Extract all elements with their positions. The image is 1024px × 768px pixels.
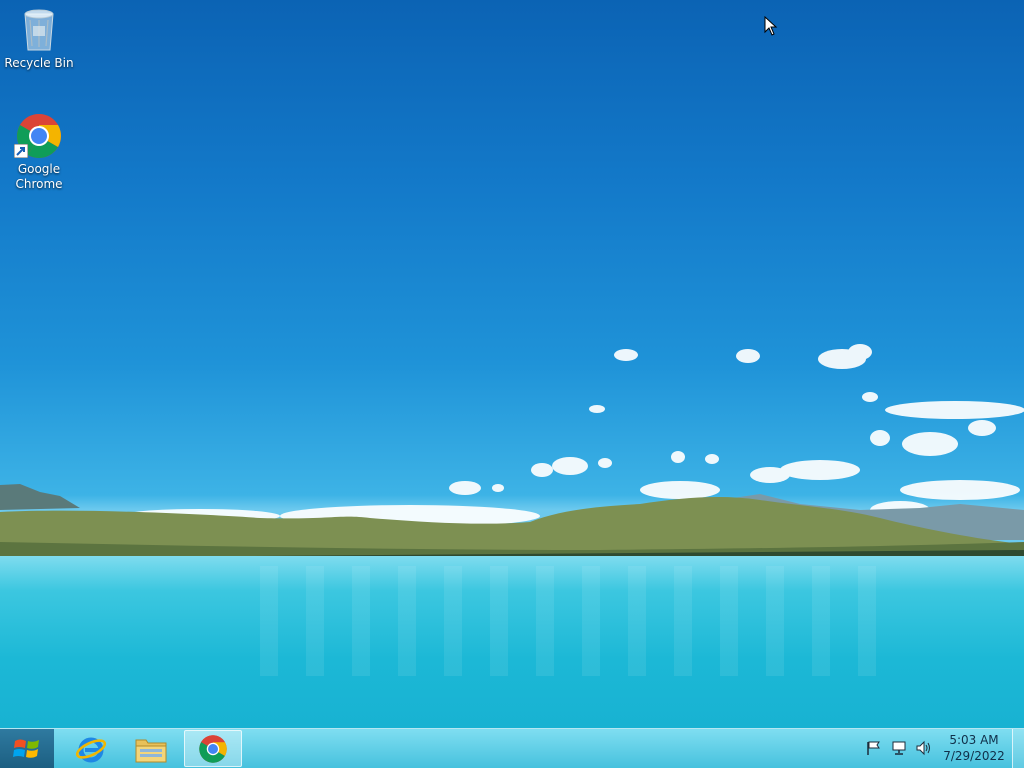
clock-date: 7/29/2022 bbox=[943, 749, 1005, 763]
start-button[interactable] bbox=[0, 729, 54, 768]
volume-icon[interactable] bbox=[915, 740, 931, 756]
windows-logo-icon bbox=[13, 739, 39, 758]
network-icon[interactable] bbox=[891, 740, 907, 756]
water-reflection bbox=[260, 566, 880, 676]
taskbar-clock[interactable]: 5:03 AM 7/29/2022 bbox=[940, 732, 1008, 764]
clock-time: 5:03 AM bbox=[949, 733, 999, 747]
shortcut-arrow-icon bbox=[14, 144, 28, 158]
taskbar-file-explorer[interactable] bbox=[122, 730, 180, 767]
file-explorer-icon bbox=[135, 739, 167, 763]
desktop-icon-label: Google Chrome bbox=[15, 162, 63, 191]
mouse-cursor-icon bbox=[764, 16, 778, 36]
chrome-icon bbox=[14, 112, 63, 160]
desktop-background: Recycle Bin Google Chrome bbox=[0, 0, 1024, 728]
recycle-bin-icon bbox=[15, 6, 63, 54]
desktop-icon-google-chrome[interactable]: Google Chrome bbox=[1, 112, 77, 192]
internet-explorer-icon bbox=[75, 737, 107, 763]
action-center-flag-icon[interactable] bbox=[866, 740, 882, 756]
desktop-icon-recycle-bin[interactable]: Recycle Bin bbox=[1, 6, 77, 71]
desktop-icon-label: Recycle Bin bbox=[4, 56, 74, 70]
chrome-icon bbox=[199, 735, 227, 763]
taskbar-internet-explorer[interactable] bbox=[62, 730, 120, 767]
taskbar-google-chrome[interactable] bbox=[184, 730, 242, 767]
taskbar: 5:03 AM 7/29/2022 bbox=[0, 728, 1024, 768]
show-desktop-button[interactable] bbox=[1012, 729, 1024, 768]
